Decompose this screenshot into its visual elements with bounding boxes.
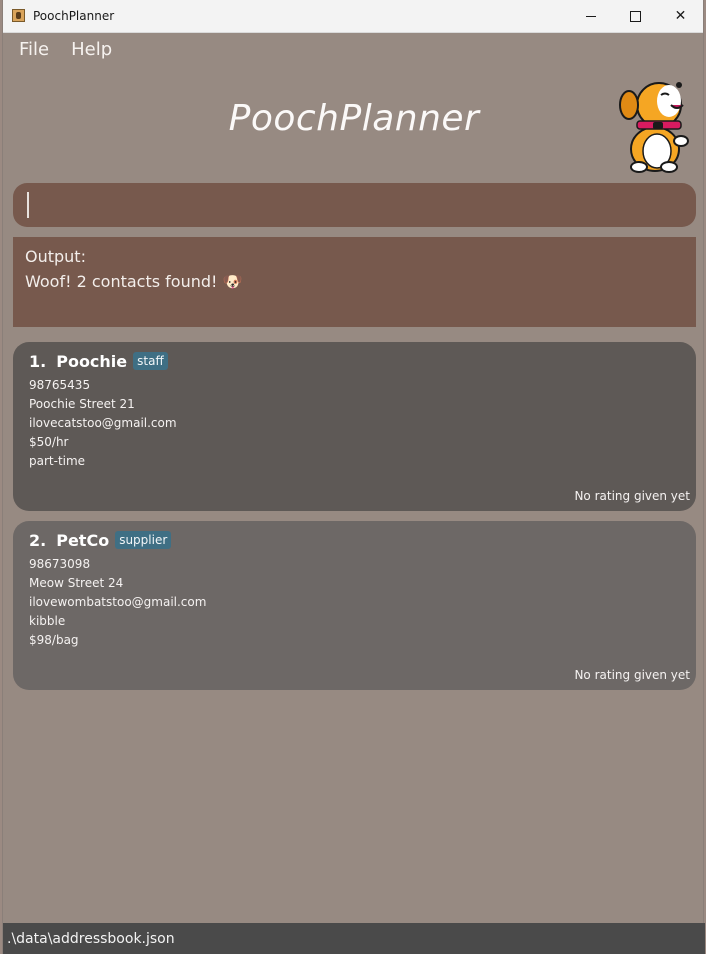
menu-bar: File Help [3,32,134,66]
maximize-icon [630,10,641,22]
minimize-icon [585,15,596,17]
contact-address: Poochie Street 21 [29,397,135,411]
contact-index: 1. [29,351,47,371]
output-message: Woof! 2 contacts found! 🐶 [25,272,243,291]
command-box[interactable] [13,183,696,227]
contact-rating: No rating given yet [574,668,690,682]
contact-rate: kibble [29,614,66,628]
app-window: PoochPlanner ✕ File Help PoochPlanner Ou… [2,0,705,954]
minimize-button[interactable] [568,0,613,32]
contact-rating: No rating given yet [574,489,690,503]
command-input[interactable] [25,191,679,221]
maximize-button[interactable] [613,0,658,32]
menu-help[interactable]: Help [71,39,112,60]
close-icon: ✕ [674,8,687,24]
app-icon [12,9,25,22]
status-bar: .\data\addressbook.json [3,923,705,954]
window-title: PoochPlanner [33,9,115,23]
contact-address: Meow Street 24 [29,576,124,590]
contact-email: ilovecatstoo@gmail.com [29,416,177,430]
contact-name: Poochie [56,351,128,371]
result-display: Output: Woof! 2 contacts found! 🐶 [13,237,696,327]
dog-mascot-icon [619,82,689,173]
contact-rate: $50/hr [29,435,69,449]
save-location: .\data\addressbook.json [7,931,175,947]
contact-detail: $98/bag [29,633,79,647]
contact-email: ilovewombatstoo@gmail.com [29,595,207,609]
title-bar: PoochPlanner ✕ [3,0,703,33]
contact-tag: supplier [115,531,172,549]
contact-phone: 98673098 [29,557,91,571]
menu-file[interactable]: File [19,39,49,60]
close-button[interactable]: ✕ [658,0,703,32]
app-title: PoochPlanner [228,98,480,139]
contact-detail: part-time [29,454,86,468]
contact-phone: 98765435 [29,378,91,392]
contact-card[interactable]: 1. Poochie staff 98765435 Poochie Street… [13,342,696,511]
output-label: Output: [25,247,86,266]
contact-tag: staff [133,352,168,370]
contact-card[interactable]: 2. PetCo supplier 98673098 Meow Street 2… [13,521,696,690]
contact-index: 2. [29,530,47,550]
contact-name: PetCo [56,530,110,550]
